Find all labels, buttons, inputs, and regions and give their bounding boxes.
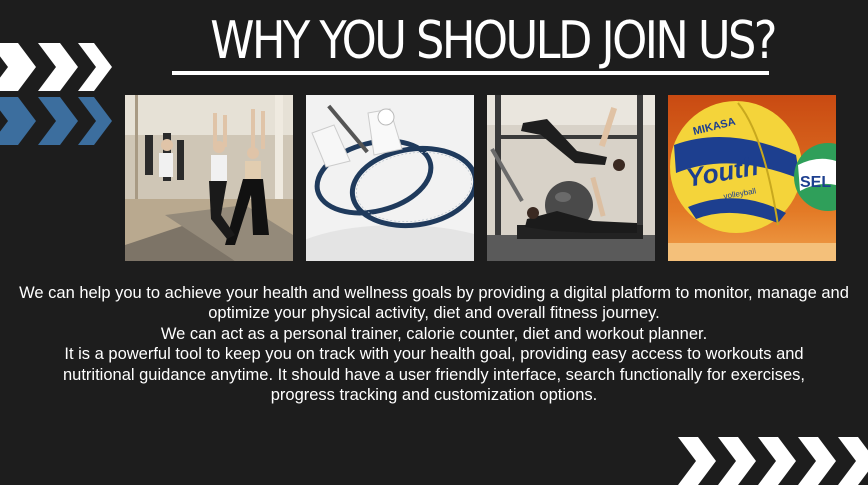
description-paragraph-3: It is a powerful tool to keep you on tra…: [63, 345, 805, 405]
description-paragraph-2: We can act as a personal trainer, calori…: [160, 324, 708, 343]
white-chevrons-bottom-right: [678, 437, 868, 485]
description-text: We can help you to achieve your health a…: [0, 283, 868, 405]
description-paragraph-1: We can help you to achieve your health a…: [19, 284, 849, 323]
badminton-rackets-photo: [306, 95, 474, 261]
blue-chevrons-top-left: [0, 97, 112, 145]
second-ball-label: SEL: [800, 174, 831, 191]
volleyballs-photo: MIKASA Youth volleyball SEL: [668, 95, 836, 261]
yoga-class-photo: [125, 95, 293, 261]
white-chevrons-top-left: [0, 43, 112, 91]
title-underline: [172, 71, 769, 75]
page-title: WHY YOU SHOULD JOIN US?: [210, 11, 777, 71]
pilates-photo: [487, 95, 655, 261]
